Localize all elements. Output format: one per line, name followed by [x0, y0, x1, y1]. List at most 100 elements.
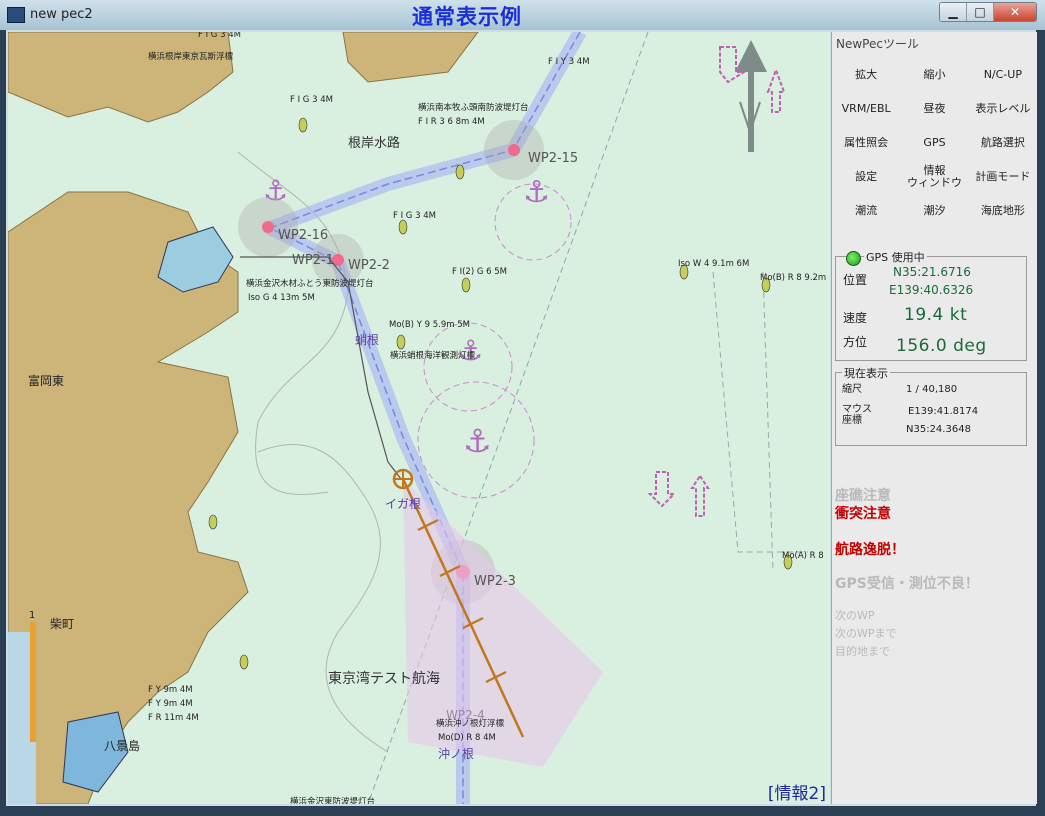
fairway-line-2 [712, 271, 808, 553]
current-arrow-2 [766, 67, 786, 113]
off-route-warning: 航路逸脱！ [835, 542, 905, 558]
distance-to-next-wp-label: 次のWPまで [835, 627, 897, 640]
tidal-current-button[interactable]: 潮流 [832, 194, 900, 228]
nautical-chart[interactable]: ⚓ ⚓ ⚓ ⚓ 根岸水路 富岡東 柴町 八景島 東京湾テスト航海 蛸根 イガ根 … [8, 32, 830, 804]
speed-label: 速度 [843, 311, 868, 325]
light-label: 横浜沖ノ根灯浮標 [436, 718, 505, 729]
anchor-symbol-1: ⚓ [523, 175, 550, 210]
light-label: F I Y 3 4M [548, 57, 590, 67]
scale-label: 縮尺 [842, 384, 862, 395]
light-label: F I G 3 4M [290, 95, 333, 105]
light-label: F I G 3 4M [198, 32, 241, 40]
latitude-value: N35:21.6716 [893, 265, 971, 279]
mouse-lat-value: N35:24.3648 [906, 424, 971, 435]
settings-button[interactable]: 設定 [832, 160, 900, 194]
light-label: 横浜南本牧ふ頭南防波堤灯台 [418, 102, 529, 113]
info-window-label[interactable]: [情報2] [768, 779, 826, 804]
info-window-button-label: 情報 ウィンドウ [906, 164, 962, 189]
attribute-query-button[interactable]: 属性照会 [832, 126, 900, 160]
light-label: 横浜金沢東防波堤灯台 [290, 796, 375, 804]
gps-status-icon [846, 251, 861, 266]
close-button[interactable]: ✕ [994, 3, 1036, 21]
seabed-terrain-button[interactable]: 海底地形 [969, 194, 1037, 228]
north-arrow [735, 40, 767, 152]
window-titlebar: new pec2 通常表示例 ▁ □ ✕ [0, 0, 1045, 30]
current-display-title: 現在表示 [842, 365, 890, 381]
light-label: Iso W 4 9.1m 6M [678, 259, 749, 269]
minimize-button[interactable]: ▁ [940, 3, 967, 21]
collision-warning: 衝突注意 [835, 506, 891, 522]
maximize-button[interactable]: □ [967, 3, 994, 21]
light-label: 横浜蛸根海洋観測灯標 [390, 350, 476, 361]
grounding-warning: 座礁注意 [835, 488, 891, 504]
newpec-tool-panel: NewPecツール 拡大 縮小 N/C-UP VRM/EBL 昼夜 表示レベル … [831, 32, 1037, 804]
light-label: F I R 3 6 8m 4M [418, 117, 485, 127]
waypoint-label-1: WP2-1 [292, 253, 334, 268]
current-display-box: 現在表示 縮尺 1 / 40,180 マウス 座標 E139:41.8174 N3… [835, 365, 1027, 446]
land-northwest [8, 32, 234, 123]
route-select-button[interactable]: 航路選択 [969, 126, 1037, 160]
tide-button[interactable]: 潮汐 [900, 194, 968, 228]
place-label-shibamachi: 柴町 [50, 617, 74, 631]
place-label-tomioka: 富岡東 [28, 373, 64, 388]
gps-button[interactable]: GPS [900, 126, 968, 160]
distance-to-destination-label: 目的地まで [835, 645, 890, 658]
tool-grid: 拡大 縮小 N/C-UP VRM/EBL 昼夜 表示レベル 属性照会 GPS 航… [832, 58, 1037, 228]
waypoint-label-15: WP2-15 [528, 151, 578, 166]
gps-status-box: GPS 使用中 位置 N35:21.6716 E139:40.6326 速度 1… [835, 249, 1027, 361]
current-arrow-4 [690, 474, 710, 517]
mouse-lon-value: E139:41.8174 [908, 406, 979, 417]
vrm-ebl-button[interactable]: VRM/EBL [832, 92, 900, 126]
anchor-symbol-3: ⚓ [463, 422, 492, 460]
display-level-button[interactable]: 表示レベル [969, 92, 1037, 126]
place-label-okinone: 沖ノ根 [438, 747, 474, 761]
gps-failure-warning: GPS受信・測位不良！ [835, 576, 979, 592]
waypoint-dot-16 [262, 221, 274, 233]
place-label-negishi: 根岸水路 [348, 135, 400, 151]
panel-title: NewPecツール [836, 37, 919, 51]
window-controls: ▁ □ ✕ [939, 2, 1037, 22]
light-label: F Y 9m 4M [148, 685, 193, 695]
place-label-voyage: 東京湾テスト航海 [328, 670, 440, 687]
light-label: F I G 3 4M [393, 211, 436, 221]
light-label: F Y 9m 4M [148, 699, 193, 709]
gps-status-title: GPS 使用中 [864, 249, 927, 265]
place-label-hakkeijima: 八景島 [104, 738, 140, 753]
light-label: F R 11m 4M [148, 713, 199, 723]
waypoint-label-16: WP2-16 [278, 228, 328, 243]
waypoint-dot-15 [508, 144, 520, 156]
light-label: Iso G 4 13m 5M [248, 293, 315, 303]
zoom-in-button[interactable]: 拡大 [832, 58, 900, 92]
chart-canvas: ⚓ ⚓ ⚓ ⚓ 根岸水路 富岡東 柴町 八景島 東京湾テスト航海 蛸根 イガ根 … [8, 32, 826, 804]
heading-value: 156.0 deg [896, 336, 987, 356]
north-course-up-button[interactable]: N/C-UP [969, 58, 1037, 92]
zoom-out-button[interactable]: 縮小 [900, 58, 968, 92]
land-pier [342, 32, 479, 83]
place-label-takone: 蛸根 [355, 333, 379, 347]
longitude-value: E139:40.6326 [889, 283, 974, 297]
waypoint-label-2: WP2-2 [348, 258, 390, 273]
place-label-igane: イガ根 [385, 497, 421, 511]
light-label: Mo(D) R 8 4M [438, 733, 496, 743]
light-label: F I(2) G 6 5M [452, 267, 507, 277]
window-title: new pec2 [30, 7, 93, 22]
scale-bar-label: 1 [29, 610, 35, 621]
waypoint-label-3: WP2-3 [474, 574, 516, 589]
light-label: Mo(A) R 8 [782, 551, 824, 561]
light-label: 横浜金沢木材ふとう東防波堤灯台 [246, 278, 374, 289]
fairway-line-3 [762, 271, 774, 573]
current-arrow-3 [647, 471, 677, 508]
light-label: Mo(B) R 8 9.2m [760, 273, 826, 283]
info-window-button[interactable]: 情報 ウィンドウ [900, 160, 968, 194]
plan-mode-button[interactable]: 計画モード [969, 160, 1037, 194]
mouse-coord-label: マウス 座標 [842, 404, 872, 426]
next-waypoint-label: 次のWP [835, 609, 875, 622]
speed-value: 19.4 kt [904, 305, 968, 325]
app-icon [7, 7, 25, 23]
light-label: Mo(B) Y 9 5.9m 5M [389, 320, 470, 330]
light-label: 横浜根岸東京瓦斯浮標 [148, 51, 234, 62]
heading-label: 方位 [843, 335, 868, 349]
position-label: 位置 [843, 273, 868, 287]
scale-bar [30, 622, 36, 742]
day-night-button[interactable]: 昼夜 [900, 92, 968, 126]
